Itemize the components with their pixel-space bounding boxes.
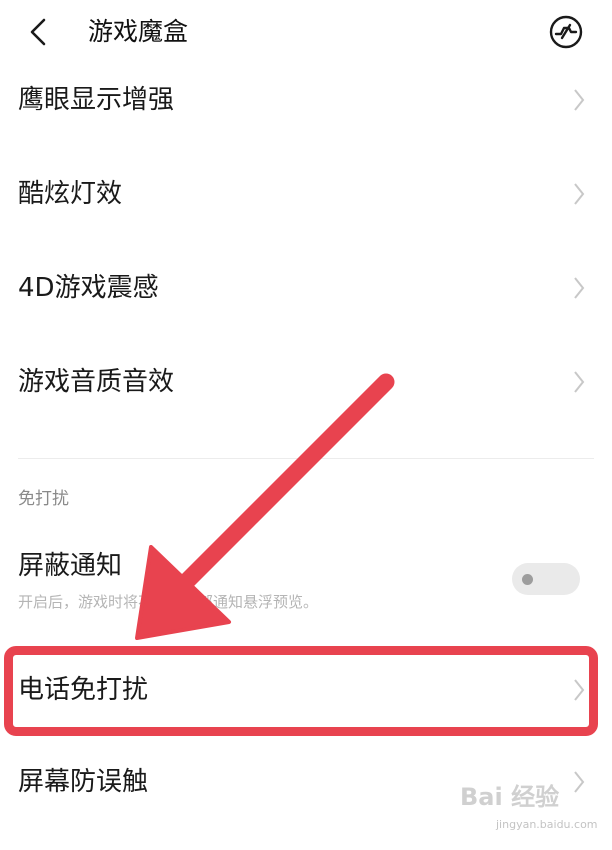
watermark-brand: Bai 经验 (460, 783, 560, 811)
watermark: Bai 经验 jingyan.baidu.com (460, 782, 610, 850)
annotation-arrow-icon (135, 373, 395, 640)
watermark-url: jingyan.baidu.com (496, 818, 598, 831)
